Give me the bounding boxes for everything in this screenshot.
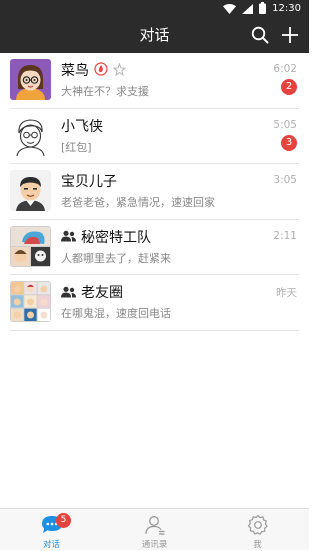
unread-badge: 5: [56, 513, 71, 528]
fire-badge-icon: [94, 61, 108, 80]
plus-icon[interactable]: [279, 24, 301, 46]
wifi-icon: [223, 0, 237, 18]
star-badge-icon: [112, 61, 127, 80]
contact-name: 老友圈: [81, 285, 123, 301]
avatar: [10, 281, 51, 322]
unread-badge: 2: [281, 79, 297, 95]
battery-icon: [259, 0, 267, 18]
conversation-item[interactable]: 老友圈 在哪鬼混，速度回电话 昨天: [0, 275, 309, 331]
app-header: 对话: [0, 17, 309, 53]
tab-label: 通讯录: [141, 540, 168, 550]
message-preview: 人都哪里去了，赶紧来: [61, 251, 171, 265]
message-time: 昨天: [276, 287, 297, 299]
signal-icon: [242, 0, 254, 18]
contact-name: 宝贝儿子: [61, 174, 117, 190]
search-icon[interactable]: [249, 24, 271, 46]
message-time: 5:05: [273, 118, 297, 131]
message-preview: 在哪鬼混，速度回电话: [61, 307, 171, 320]
tab-contacts[interactable]: 通讯录: [103, 509, 206, 551]
group-icon: [61, 227, 76, 246]
conversation-item[interactable]: 宝贝儿子 老爸老爸，紧急情况，速速回家 3:05: [0, 164, 309, 220]
message-time: 2:11: [273, 229, 297, 242]
contact-name: 秘密特工队: [81, 229, 151, 246]
message-time: 3:05: [273, 174, 297, 186]
group-icon: [61, 283, 76, 302]
conversation-item[interactable]: 秘密特工队 人都哪里去了，赶紧来 2:11: [0, 220, 309, 276]
conversation-list: 菜鸟 大神在不？求支援 6:02 2 小飞侠 [红包] 5:05 3 宝贝儿子 …: [0, 53, 309, 331]
tab-conversations[interactable]: 5 对话: [0, 509, 103, 551]
message-preview: 老爸老爸，紧急情况，速速回家: [61, 196, 215, 209]
message-time: 6:02: [273, 63, 297, 75]
tab-label: 我: [253, 540, 262, 550]
contact-name: 菜鸟: [61, 63, 89, 79]
gear-icon: [247, 514, 269, 536]
contacts-icon: [144, 514, 166, 536]
bottom-nav: 5 对话 通讯录 我: [0, 508, 309, 550]
avatar: [10, 114, 51, 156]
tab-me[interactable]: 我: [206, 509, 309, 551]
message-preview: [红包]: [61, 140, 92, 154]
unread-badge: 3: [281, 134, 297, 151]
conversation-item[interactable]: 小飞侠 [红包] 5:05 3: [0, 109, 309, 165]
tab-label: 对话: [42, 540, 60, 550]
avatar: [10, 225, 51, 267]
avatar: [10, 170, 51, 211]
message-preview: 大神在不？求支援: [61, 85, 149, 98]
conversation-item[interactable]: 菜鸟 大神在不？求支援 6:02 2: [0, 53, 309, 109]
status-time: 12:30: [272, 3, 301, 14]
contact-name: 小飞侠: [61, 118, 103, 135]
avatar: [10, 59, 51, 100]
status-bar: 12:30: [0, 0, 309, 17]
